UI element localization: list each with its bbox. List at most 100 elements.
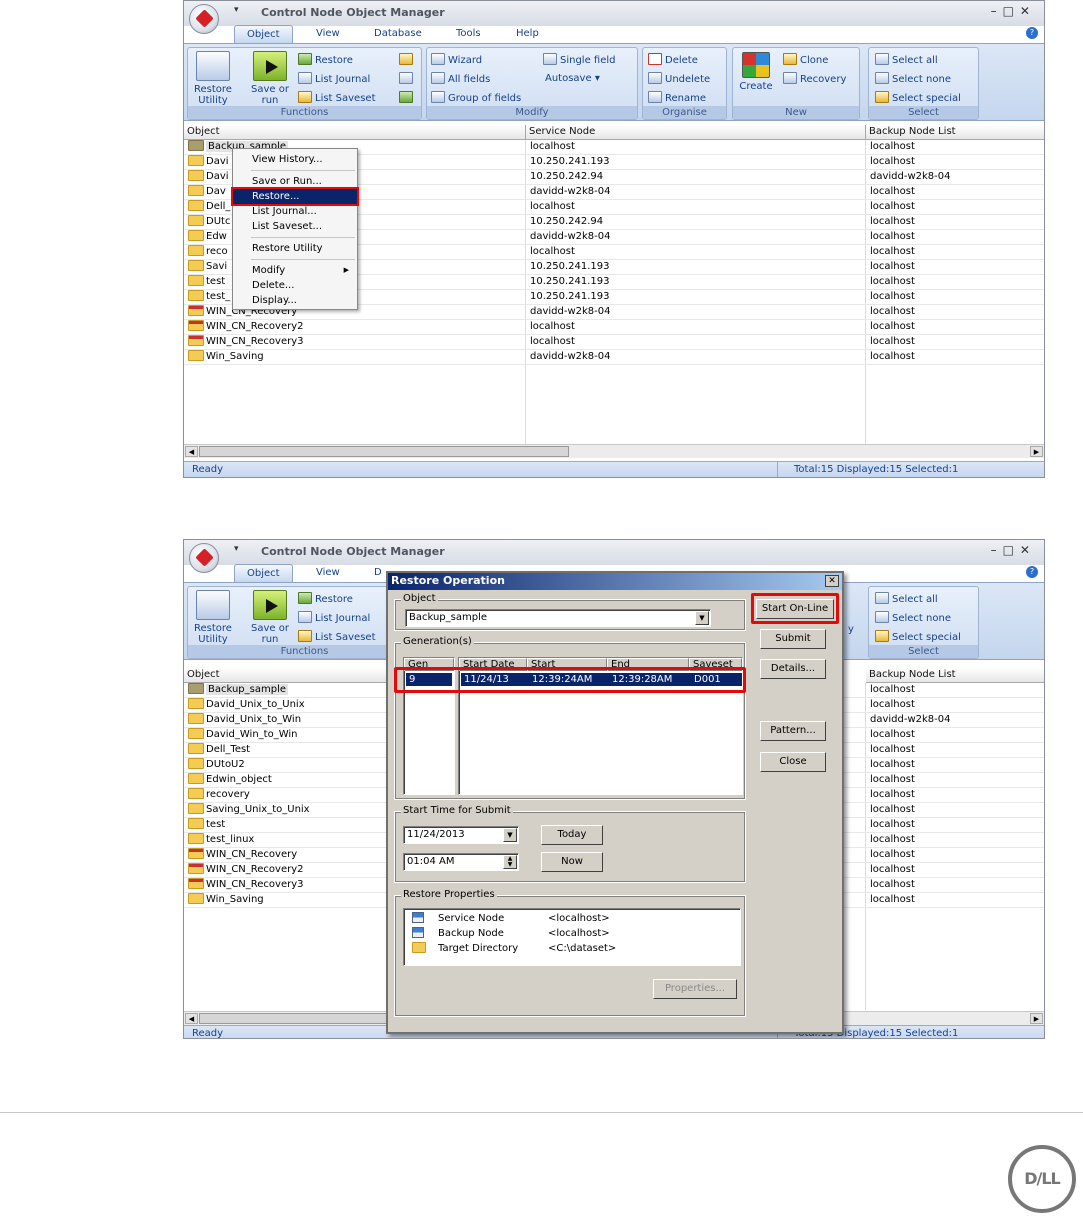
group-of-fields-button[interactable]: Group of fields — [431, 91, 521, 105]
help-icon[interactable]: ? — [1026, 566, 1038, 578]
restore-properties-list[interactable]: Service Node <localhost> Backup Node <loca… — [403, 908, 741, 966]
horizontal-scrollbar[interactable]: ◀ ▶ — [184, 444, 1044, 458]
menu-restore-utility[interactable]: Restore Utility — [233, 241, 357, 256]
tab-object[interactable]: Object — [234, 25, 293, 43]
object-select[interactable]: Backup_sample ▼ — [405, 609, 711, 627]
list-journal-button[interactable]: List Journal — [298, 72, 370, 86]
scroll-thumb[interactable] — [199, 446, 569, 457]
select-all-button[interactable]: Select all — [875, 53, 938, 67]
recovery-button[interactable]: Recovery — [783, 72, 846, 86]
table-row[interactable]: WIN_CN_Recovery3 localhost localhost — [184, 335, 1044, 350]
wizard-button[interactable]: Wizard — [431, 53, 482, 67]
all-fields-icon — [431, 72, 445, 84]
undelete-button[interactable]: Undelete — [648, 72, 710, 86]
folder-icon — [188, 320, 204, 331]
now-button[interactable]: Now — [541, 852, 603, 872]
restore-button[interactable]: Restore — [298, 53, 353, 67]
object-name: David_Unix_to_Win — [206, 714, 302, 725]
wizard-label: Wizard — [448, 55, 483, 66]
details-button[interactable]: Details... — [760, 659, 826, 679]
tab-object[interactable]: Object — [234, 564, 293, 582]
tab-help[interactable]: Help — [504, 25, 551, 43]
col-backup-node-header[interactable]: Backup Node List — [866, 125, 1044, 140]
autosave-dropdown[interactable]: Autosave ▾ — [545, 72, 600, 86]
menu-modify[interactable]: Modify ▶ — [233, 263, 357, 278]
menu-restore[interactable]: Restore... — [231, 187, 359, 206]
menu-display[interactable]: Display... — [233, 293, 357, 308]
create-button[interactable]: Create — [738, 52, 774, 92]
quick-access-dropdown[interactable]: ▾ — [234, 5, 239, 15]
submit-button[interactable]: Submit — [760, 629, 826, 649]
rename-button[interactable]: Rename — [648, 91, 706, 105]
select-special-button[interactable]: Select special — [875, 630, 961, 644]
restore-utility-button[interactable]: Restore Utility — [192, 51, 234, 106]
dell-logo: D∕LL — [1008, 1145, 1076, 1213]
table-row[interactable]: Win_Saving davidd-w2k8-04 localhost — [184, 350, 1044, 365]
functions-group-label: Functions — [188, 106, 421, 119]
tab-view[interactable]: View — [304, 564, 352, 582]
list-saveset-button[interactable]: List Saveset — [298, 630, 376, 644]
properties-button[interactable]: Properties... — [653, 979, 737, 999]
window-controls[interactable]: –□✕ — [991, 4, 1036, 18]
menu-view-history[interactable]: View History... — [233, 152, 357, 167]
col-object-header[interactable]: Object — [184, 125, 526, 140]
list-journal-button[interactable]: List Journal — [298, 611, 370, 625]
scroll-icon-button[interactable] — [399, 53, 416, 67]
save-or-run-button[interactable]: Save or run — [250, 51, 290, 106]
cell-backup-node: localhost — [870, 291, 915, 302]
scroll-right-icon[interactable]: ▶ — [1030, 446, 1043, 457]
all-fields-button[interactable]: All fields — [431, 72, 490, 86]
clone-button[interactable]: Clone — [783, 53, 828, 67]
delete-button[interactable]: Delete — [648, 53, 698, 67]
cell-backup-node: localhost — [870, 201, 915, 212]
restore-utility-button[interactable]: Restore Utility — [192, 590, 234, 645]
object-name: Win_Saving — [206, 351, 264, 362]
col-backup-node-header[interactable]: Backup Node List — [866, 668, 1044, 683]
select-special-button[interactable]: Select special — [875, 91, 961, 105]
journal-icon — [298, 611, 312, 623]
select-none-button[interactable]: Select none — [875, 611, 951, 625]
app-menu-button[interactable] — [189, 543, 219, 573]
cell-backup-node: localhost — [870, 246, 915, 257]
restore-button[interactable]: Restore — [298, 592, 353, 606]
select-all-button[interactable]: Select all — [875, 592, 938, 606]
date-picker[interactable]: 11/24/2013 ▼ — [403, 826, 519, 844]
object-name: WIN_CN_Recovery2 — [206, 864, 304, 875]
spinner-icon[interactable]: ▲ ▼ — [503, 855, 517, 869]
node-icon — [412, 927, 424, 938]
save-or-run-button[interactable]: Save or run — [250, 590, 290, 645]
pattern-button[interactable]: Pattern... — [760, 721, 826, 741]
col-service-node-header[interactable]: Service Node — [526, 125, 866, 140]
menu-list-saveset[interactable]: List Saveset... — [233, 219, 357, 234]
app-menu-button[interactable] — [189, 4, 219, 34]
menu-save-or-run[interactable]: Save or Run... — [233, 174, 357, 189]
chevron-down-icon[interactable]: ▼ — [503, 828, 517, 842]
select-special-label: Select special — [892, 632, 961, 643]
menu-delete[interactable]: Delete... — [233, 278, 357, 293]
clock-icon-button[interactable] — [399, 72, 416, 86]
time-spinner[interactable]: 01:04 AM ▲ ▼ — [403, 853, 519, 871]
scroll-left-icon[interactable]: ◀ — [185, 1013, 198, 1024]
tab-view[interactable]: View — [304, 25, 352, 43]
close-icon[interactable]: ✕ — [825, 575, 839, 587]
table-row[interactable]: WIN_CN_Recovery2 localhost localhost — [184, 320, 1044, 335]
tab-tools[interactable]: Tools — [444, 25, 493, 43]
scroll-right-icon[interactable]: ▶ — [1030, 1013, 1043, 1024]
object-name: Edw — [206, 231, 227, 242]
tab-database[interactable]: Database — [362, 25, 434, 43]
ribbon: Restore Utility Save or run Restore List… — [184, 43, 1044, 121]
close-button[interactable]: Close — [760, 752, 826, 772]
window-controls[interactable]: –□✕ — [991, 543, 1036, 557]
select-none-button[interactable]: Select none — [875, 72, 951, 86]
export-icon-button[interactable] — [399, 91, 416, 105]
scroll-left-icon[interactable]: ◀ — [185, 446, 198, 457]
help-icon[interactable]: ? — [1026, 27, 1038, 39]
generations-fieldset: Generation(s) Gen 9 Start Date Start End… — [394, 636, 746, 800]
single-field-button[interactable]: Single field — [543, 53, 616, 67]
chevron-down-icon[interactable]: ▼ — [695, 611, 709, 625]
menu-list-journal[interactable]: List Journal... — [233, 204, 357, 219]
list-saveset-button[interactable]: List Saveset — [298, 91, 376, 105]
folder-icon — [188, 350, 204, 361]
quick-access-dropdown[interactable]: ▾ — [234, 544, 239, 554]
today-button[interactable]: Today — [541, 825, 603, 845]
